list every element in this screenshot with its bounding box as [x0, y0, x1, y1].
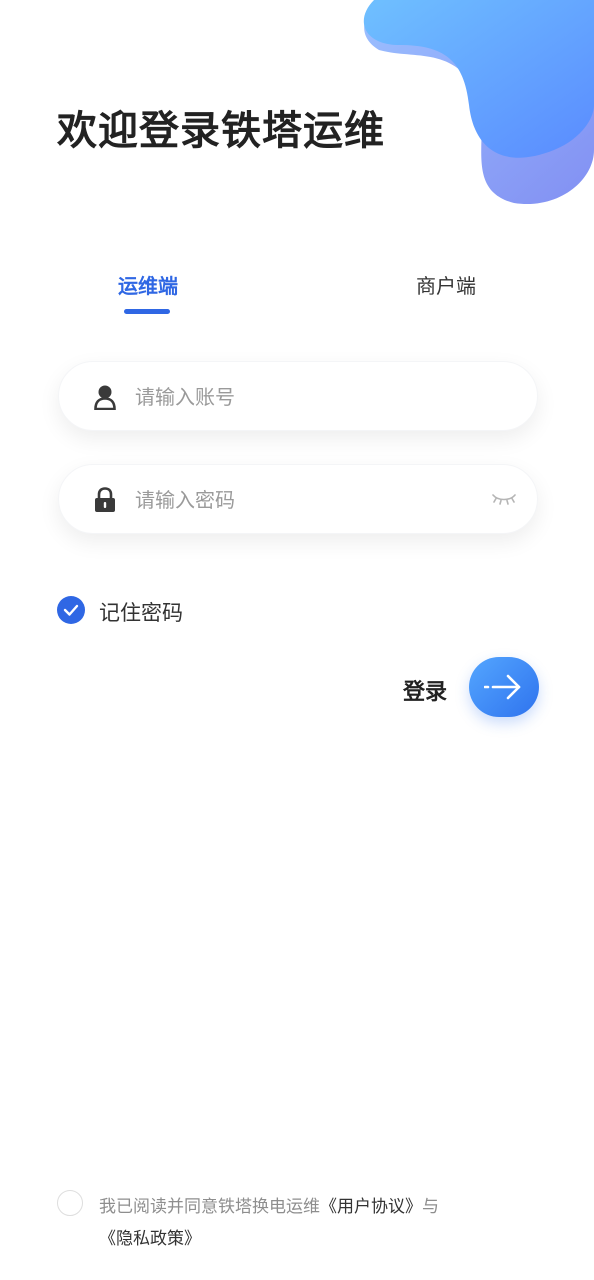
password-input[interactable]	[133, 465, 477, 535]
eye-closed-icon[interactable]	[491, 489, 517, 509]
account-field	[58, 361, 538, 432]
active-tab-indicator	[124, 309, 170, 314]
agreement-text: 我已阅读并同意铁塔换电运维《用户协议》与《隐私政策》	[99, 1191, 539, 1255]
tab-merchant[interactable]: 商户端	[416, 270, 476, 299]
decorative-blob	[363, 0, 594, 205]
user-agreement-link[interactable]: 《用户协议》	[320, 1197, 422, 1217]
lock-icon	[95, 487, 115, 512]
page-title: 欢迎登录铁塔运维	[57, 108, 385, 154]
check-icon	[63, 604, 79, 616]
privacy-policy-link[interactable]: 《隐私政策》	[99, 1229, 201, 1249]
remember-password-checkbox[interactable]	[57, 596, 85, 624]
tab-ops[interactable]: 运维端	[118, 270, 178, 299]
arrow-right-icon	[484, 674, 521, 700]
account-input[interactable]	[133, 362, 477, 432]
login-label: 登录	[403, 680, 448, 705]
remember-password-label[interactable]: 记住密码	[99, 597, 183, 627]
login-button[interactable]	[469, 657, 539, 717]
user-icon	[94, 385, 116, 410]
agreement-checkbox[interactable]	[57, 1190, 83, 1216]
agreement-conjunction: 与	[422, 1197, 439, 1217]
password-field	[58, 464, 538, 535]
agreement-prefix: 我已阅读并同意铁塔换电运维	[99, 1197, 320, 1217]
